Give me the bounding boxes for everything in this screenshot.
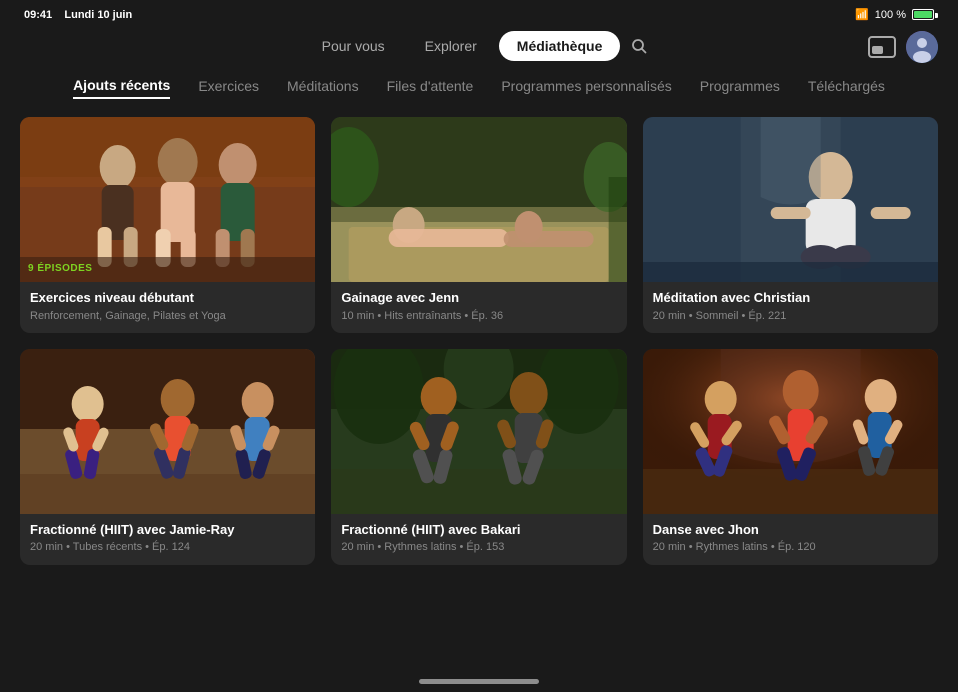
nav-explorer[interactable]: Explorer — [407, 31, 495, 61]
nav-mediatheque[interactable]: Médiathèque — [499, 31, 621, 61]
battery-icon — [912, 9, 934, 20]
card-thumb-1: 9 ÉPISODES — [20, 117, 315, 282]
card-title-2: Gainage avec Jenn — [341, 290, 616, 306]
search-icon[interactable] — [624, 31, 654, 61]
top-right-icons — [868, 31, 938, 63]
tab-exercices[interactable]: Exercices — [198, 78, 259, 98]
card-thumb-2 — [331, 117, 626, 282]
card-danse-jhon[interactable]: Danse avec Jhon 20 min • Rythmes latins … — [643, 349, 938, 565]
tab-meditations[interactable]: Méditations — [287, 78, 359, 98]
nav-pour-vous[interactable]: Pour vous — [304, 31, 403, 61]
card-title-1: Exercices niveau débutant — [30, 290, 305, 306]
home-indicator — [419, 679, 539, 684]
card-info-2: Gainage avec Jenn 10 min • Hits entraîna… — [331, 282, 626, 333]
tab-telecharges[interactable]: Téléchargés — [808, 78, 885, 98]
card-title-6: Danse avec Jhon — [653, 522, 928, 538]
top-navigation: Pour vous Explorer Médiathèque — [0, 25, 958, 71]
card-thumb-6 — [643, 349, 938, 514]
category-tabs: Ajouts récents Exercices Méditations Fil… — [0, 71, 958, 113]
content-grid: 9 ÉPISODES Exercices niveau débutant Ren… — [0, 113, 958, 565]
card-subtitle-1: Renforcement, Gainage, Pilates et Yoga — [30, 309, 305, 323]
tab-files-attente[interactable]: Files d'attente — [387, 78, 474, 98]
card-title-5: Fractionné (HIIT) avec Bakari — [341, 522, 616, 538]
card-info-4: Fractionné (HIIT) avec Jamie-Ray 20 min … — [20, 514, 315, 565]
card-subtitle-2: 10 min • Hits entraînants • Ép. 36 — [341, 309, 616, 323]
card-exercices-debutant[interactable]: 9 ÉPISODES Exercices niveau débutant Ren… — [20, 117, 315, 333]
card-thumb-4 — [20, 349, 315, 514]
card-thumb-3 — [643, 117, 938, 282]
pip-button[interactable] — [868, 36, 896, 58]
card-title-3: Méditation avec Christian — [653, 290, 928, 306]
card-hiit-bakari[interactable]: Fractionné (HIIT) avec Bakari 20 min • R… — [331, 349, 626, 565]
avatar[interactable] — [906, 31, 938, 63]
status-icons: 📶 100 % — [855, 8, 934, 21]
card-info-5: Fractionné (HIIT) avec Bakari 20 min • R… — [331, 514, 626, 565]
card-hiit-jamie-ray[interactable]: Fractionné (HIIT) avec Jamie-Ray 20 min … — [20, 349, 315, 565]
card-thumb-5 — [331, 349, 626, 514]
tab-programmes-personnalises[interactable]: Programmes personnalisés — [501, 78, 671, 98]
wifi-icon: 📶 — [855, 8, 869, 21]
card-title-4: Fractionné (HIIT) avec Jamie-Ray — [30, 522, 305, 538]
tab-programmes[interactable]: Programmes — [700, 78, 780, 98]
card-info-1: Exercices niveau débutant Renforcement, … — [20, 282, 315, 333]
status-bar: 09:41 Lundi 10 juin 📶 100 % — [0, 0, 958, 25]
battery-percent: 100 % — [875, 9, 906, 21]
card-gainage-jenn[interactable]: Gainage avec Jenn 10 min • Hits entraîna… — [331, 117, 626, 333]
card-info-3: Méditation avec Christian 20 min • Somme… — [643, 282, 938, 333]
status-time: 09:41 — [24, 9, 52, 21]
card-subtitle-5: 20 min • Rythmes latins • Ép. 153 — [341, 540, 616, 554]
status-time-date: 09:41 Lundi 10 juin — [24, 9, 132, 21]
card-info-6: Danse avec Jhon 20 min • Rythmes latins … — [643, 514, 938, 565]
card-subtitle-3: 20 min • Sommeil • Ép. 221 — [653, 309, 928, 323]
episodes-badge-1: 9 ÉPISODES — [28, 263, 92, 274]
card-subtitle-6: 20 min • Rythmes latins • Ép. 120 — [653, 540, 928, 554]
tab-ajouts-recents[interactable]: Ajouts récents — [73, 77, 170, 99]
card-meditation-christian[interactable]: Méditation avec Christian 20 min • Somme… — [643, 117, 938, 333]
status-date: Lundi 10 juin — [64, 9, 132, 21]
card-subtitle-4: 20 min • Tubes récents • Ép. 124 — [30, 540, 305, 554]
